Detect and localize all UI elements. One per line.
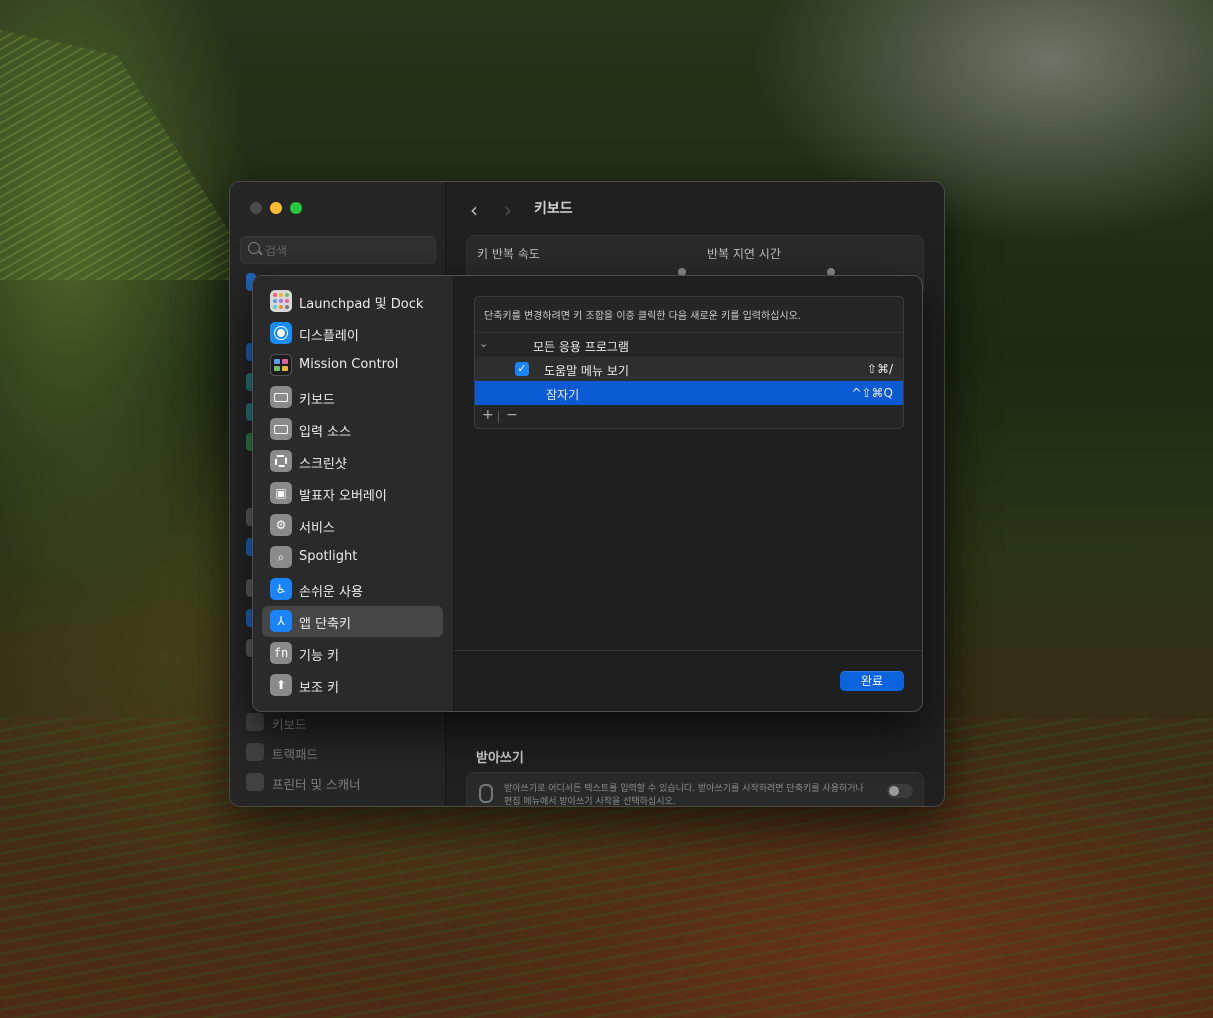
shortcut-content: 단축키를 변경하려면 키 조합을 이중 클릭한 다음 새로운 키를 입력하십시오…	[454, 276, 922, 711]
shortcut-enabled-checkbox[interactable]: ✓	[515, 362, 529, 376]
group-row-all-apps[interactable]: ⌄ 모든 응용 프로그램	[475, 333, 903, 357]
spotlight-icon: ⌕	[270, 546, 292, 568]
shortcut-row[interactable]: ✓ 도움말 메뉴 보기 ⇧⌘/	[475, 357, 903, 381]
category-spotlight[interactable]: ⌕ Spotlight	[262, 542, 443, 573]
trackpad-icon	[246, 743, 264, 761]
category-services[interactable]: ⚙ 서비스	[262, 510, 443, 541]
category-label: 발표자 오버레이	[299, 489, 387, 504]
category-label: 디스플레이	[299, 329, 359, 344]
wallpaper-hill	[0, 30, 260, 280]
sidebar-item-printers[interactable]: 프린터 및 스캐너	[246, 770, 436, 794]
table-toolbar: + −	[475, 406, 903, 428]
screenshot-icon	[270, 450, 292, 472]
shortcut-keys[interactable]: ^⇧⌘Q	[851, 386, 893, 400]
category-launchpad-dock[interactable]: Launchpad 및 Dock	[262, 286, 443, 317]
shortcut-category-list: Launchpad 및 Dock 디스플레이 Mission Control 키…	[253, 276, 454, 711]
category-modifier-keys[interactable]: ⬆ 보조 키	[262, 670, 443, 701]
shortcut-name: 잠자기	[546, 388, 580, 402]
add-shortcut-button[interactable]: +	[482, 407, 494, 423]
sidebar-item-label: 프린터 및 스캐너	[272, 777, 361, 792]
repeat-delay-label: 반복 지연 시간	[707, 247, 781, 261]
category-function-keys[interactable]: fn 기능 키	[262, 638, 443, 669]
printer-icon	[246, 773, 264, 791]
category-display[interactable]: 디스플레이	[262, 318, 443, 349]
modifier-keys-icon: ⬆	[270, 674, 292, 696]
divider	[498, 411, 499, 423]
dictation-description: 받아쓰기로 어디서든 텍스트를 입력할 수 있습니다. 받아쓰기를 시작하려면 …	[504, 784, 864, 807]
accessibility-icon: ♿	[270, 578, 292, 600]
sidebar-item-keyboard[interactable]: 키보드	[246, 710, 436, 734]
back-button[interactable]: ‹	[470, 198, 478, 222]
search-icon	[248, 242, 260, 254]
services-icon: ⚙	[270, 514, 292, 536]
category-label: 서비스	[299, 521, 335, 536]
category-screenshots[interactable]: 스크린샷	[262, 446, 443, 477]
microphone-icon	[479, 784, 493, 803]
category-label: 스크린샷	[299, 457, 347, 472]
dictation-heading: 받아쓰기	[476, 751, 524, 766]
dictation-toggle[interactable]	[887, 784, 913, 798]
key-repeat-label: 키 반복 속도	[477, 247, 540, 261]
category-keyboard[interactable]: 키보드	[262, 382, 443, 413]
category-label: 손쉬운 사용	[299, 585, 363, 600]
close-window-button[interactable]	[250, 202, 262, 214]
category-input-sources[interactable]: 입력 소스	[262, 414, 443, 445]
display-icon	[270, 322, 292, 344]
shortcut-keys[interactable]: ⇧⌘/	[867, 362, 893, 376]
shortcut-name: 도움말 메뉴 보기	[544, 364, 629, 378]
dictation-card: 받아쓰기로 어디서든 텍스트를 입력할 수 있습니다. 받아쓰기를 시작하려면 …	[466, 772, 924, 807]
chevron-down-icon[interactable]: ⌄	[479, 337, 488, 350]
footer-divider	[454, 650, 922, 651]
page-title: 키보드	[534, 201, 573, 217]
input-source-icon	[270, 418, 292, 440]
search-field[interactable]: 검색	[240, 236, 436, 264]
keyboard-icon	[246, 713, 264, 731]
shortcut-table: 단축키를 변경하려면 키 조합을 이중 클릭한 다음 새로운 키를 입력하십시오…	[474, 296, 904, 429]
category-accessibility[interactable]: ♿ 손쉬운 사용	[262, 574, 443, 605]
category-label: Mission Control	[299, 357, 399, 372]
minimize-window-button[interactable]	[270, 202, 282, 214]
remove-shortcut-button[interactable]: −	[506, 407, 518, 423]
sidebar-item-trackpad[interactable]: 트랙패드	[246, 740, 436, 764]
function-keys-icon: fn	[270, 642, 292, 664]
group-label: 모든 응용 프로그램	[533, 340, 629, 354]
category-label: 키보드	[299, 393, 335, 408]
category-label: Launchpad 및 Dock	[299, 297, 424, 312]
category-label: 입력 소스	[299, 425, 351, 440]
app-shortcuts-icon: ⅄	[270, 610, 292, 632]
shortcut-hint: 단축키를 변경하려면 키 조합을 이중 클릭한 다음 새로운 키를 입력하십시오…	[484, 311, 801, 322]
presenter-overlay-icon: ▣	[270, 482, 292, 504]
category-label: Spotlight	[299, 549, 358, 564]
forward-button[interactable]: ›	[504, 198, 512, 222]
category-app-shortcuts[interactable]: ⅄ 앱 단축키	[262, 606, 443, 637]
launchpad-icon	[270, 290, 292, 312]
search-placeholder: 검색	[265, 244, 288, 258]
done-button[interactable]: 완료	[840, 671, 904, 691]
sidebar-item-label: 키보드	[272, 717, 307, 732]
category-label: 기능 키	[299, 649, 340, 664]
keyboard-icon	[270, 386, 292, 408]
zoom-window-button[interactable]	[290, 202, 302, 214]
category-label: 보조 키	[299, 681, 340, 696]
shortcut-row[interactable]: 잠자기 ^⇧⌘Q	[475, 381, 903, 405]
mission-control-icon	[270, 354, 292, 376]
sidebar-item-label: 트랙패드	[272, 747, 319, 762]
keyboard-shortcuts-sheet: Launchpad 및 Dock 디스플레이 Mission Control 키…	[252, 275, 923, 712]
category-mission-control[interactable]: Mission Control	[262, 350, 443, 381]
category-presenter-overlay[interactable]: ▣ 발표자 오버레이	[262, 478, 443, 509]
category-label: 앱 단축키	[299, 617, 351, 632]
